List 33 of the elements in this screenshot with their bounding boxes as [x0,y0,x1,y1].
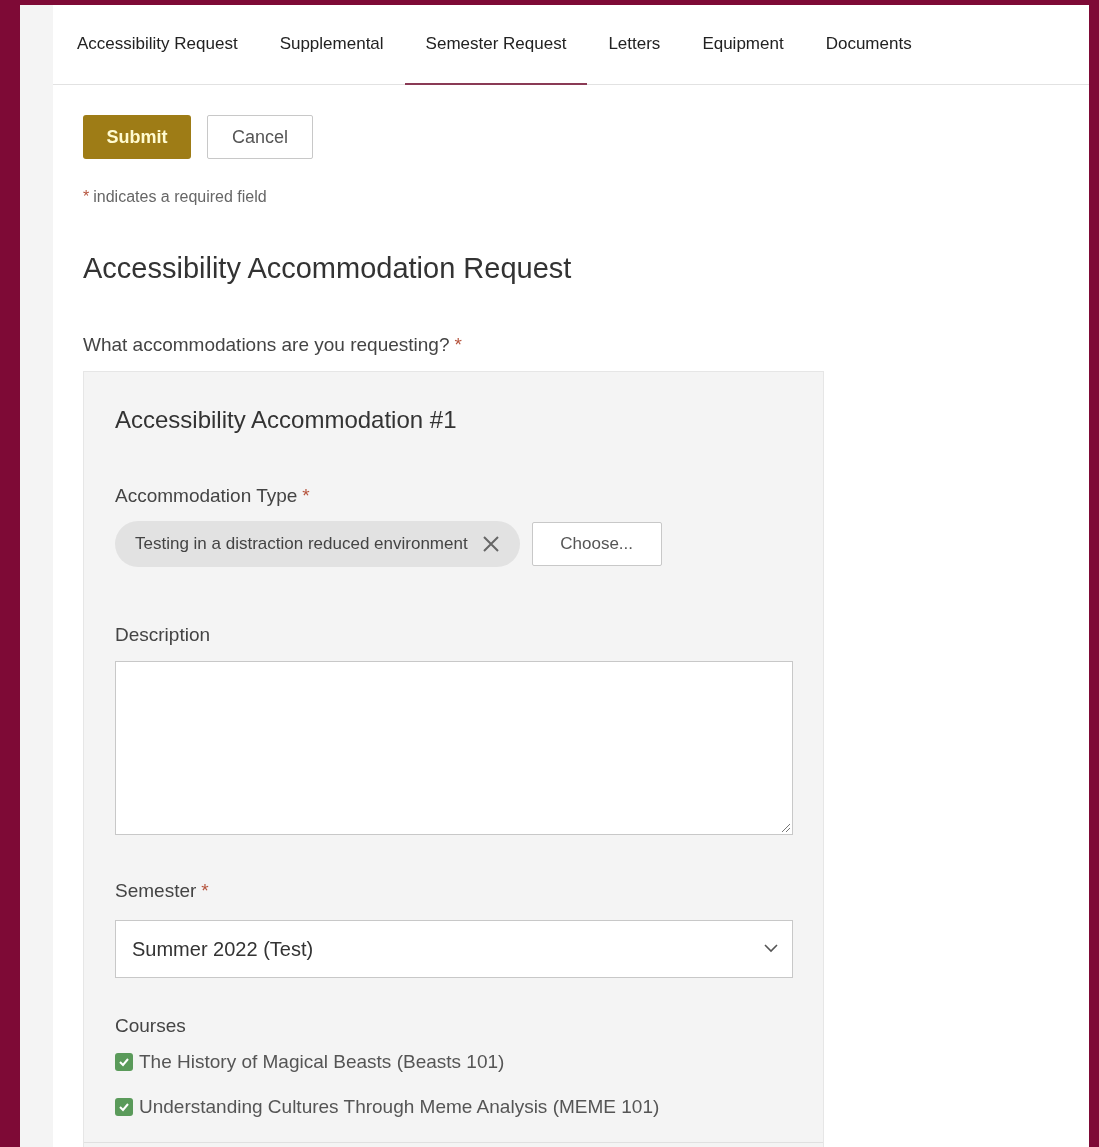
tab[interactable]: Letters [587,5,682,85]
select-value: Summer 2022 (Test) [132,936,314,962]
course-label: Understanding Cultures Through Meme Analysis (MEME 101) [139,1094,660,1119]
required-mark: * [201,879,209,903]
field-label: Semester [115,879,197,903]
required-mark: * [83,187,90,207]
check-icon [118,1056,130,1069]
course-label: The History of Magical Beasts (Beasts 101) [139,1050,505,1074]
checkbox[interactable] [115,1053,133,1072]
choose-button[interactable]: Choose... [531,521,662,566]
chip-label: Testing in a distraction reduced environment [135,532,468,555]
tab[interactable]: Documents [804,5,933,85]
field-label: Courses [115,1013,187,1038]
form-title: Accessibility Accommodation Request [83,251,573,286]
required-note: indicates a required field [93,187,267,207]
chevron-down-icon [764,944,778,953]
required-mark: * [302,484,310,508]
semester-select[interactable]: Summer 2022 (Test) [115,919,793,978]
cancel-button[interactable]: Cancel [207,115,313,159]
resize-handle-icon[interactable] [779,821,791,833]
checkbox[interactable] [115,1097,133,1116]
tab[interactable]: Supplemental [258,5,405,85]
submit-button[interactable]: Submit [83,115,191,159]
field-label: Accommodation Type [115,484,298,508]
description-field[interactable] [115,661,793,835]
field-label: Description [115,622,212,647]
tab[interactable]: Accessibility Request [56,5,259,85]
close-icon[interactable] [481,534,500,553]
tab[interactable]: Semester Request [404,5,588,85]
question-label: What accommodations are you requesting? [83,332,450,357]
tab[interactable]: Equipment [681,5,805,85]
required-mark: * [454,332,462,357]
accommodation-heading: Accessibility Accommodation #1 [115,405,458,435]
